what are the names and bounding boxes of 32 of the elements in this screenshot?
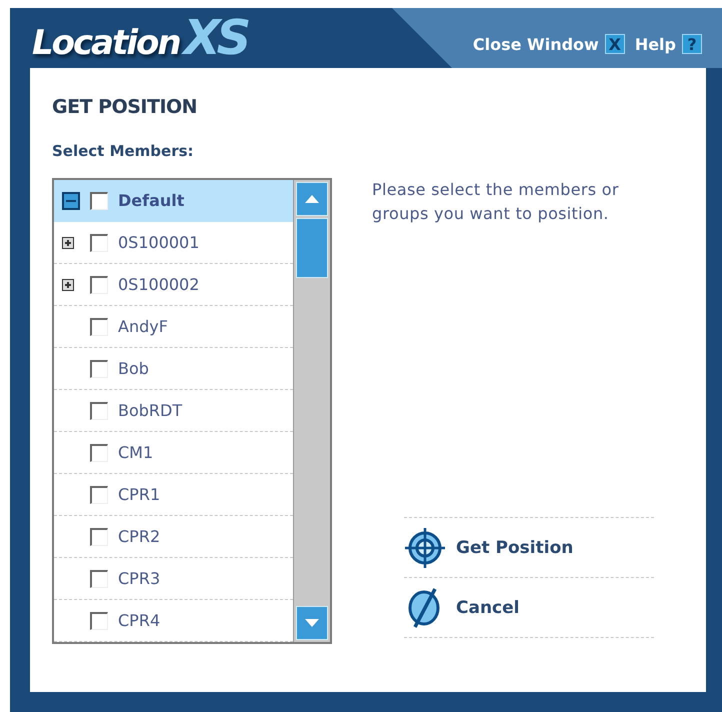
member-name: BobRDT (118, 401, 182, 420)
member-row[interactable]: 0S100001 (54, 222, 293, 264)
member-row[interactable]: CPR4 (54, 600, 293, 642)
get-position-button[interactable]: Get Position (404, 518, 654, 578)
members-label: Select Members: (52, 142, 195, 160)
group-name: Default (118, 191, 184, 210)
instructions-text: Please select the members or groups you want to position. (372, 179, 620, 225)
member-row[interactable]: CM1 (54, 432, 293, 474)
member-row[interactable]: CPR3 (54, 558, 293, 600)
member-name: CPR3 (118, 569, 160, 588)
member-row[interactable]: CPR1 (54, 474, 293, 516)
member-name: AndyF (118, 317, 168, 336)
header-link[interactable]: Help (634, 34, 676, 54)
logo: LocationXS (32, 10, 248, 66)
member-row[interactable]: AndyF (54, 306, 293, 348)
member-name: CM1 (118, 443, 154, 462)
member-row[interactable]: 0S100002 (54, 264, 293, 306)
member-name: CPR2 (118, 527, 160, 546)
member-row[interactable]: CPR2 (54, 516, 293, 558)
group-name: 0S100002 (118, 275, 200, 294)
cancel-button[interactable]: Cancel (404, 578, 654, 638)
member-name: CPR4 (118, 611, 160, 630)
header-link-icon[interactable]: ? (682, 34, 702, 54)
header-link[interactable]: Close Window (472, 34, 599, 54)
header-link-icon[interactable]: X (604, 34, 625, 54)
member-name: Bob (118, 359, 149, 378)
member-row[interactable]: Bob (54, 348, 293, 390)
group-name: 0S100001 (118, 233, 200, 252)
member-row[interactable]: BobRDT (54, 390, 293, 432)
page-title: GET POSITION (52, 96, 198, 118)
member-name: CPR1 (118, 485, 160, 504)
member-row[interactable]: Default (54, 180, 293, 222)
